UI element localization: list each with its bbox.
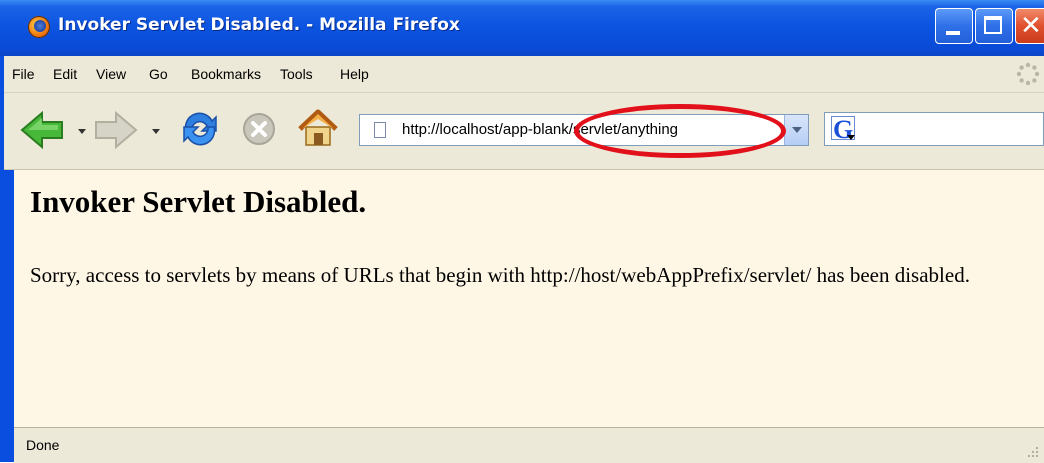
menu-view[interactable]: View <box>96 66 126 82</box>
back-history-dropdown[interactable] <box>78 129 86 134</box>
minimize-button[interactable] <box>935 8 973 44</box>
menu-bookmarks[interactable]: Bookmarks <box>191 66 261 82</box>
menu-tools[interactable]: Tools <box>280 66 313 82</box>
menu-bar: File Edit View Go Bookmarks Tools Help <box>4 56 1044 93</box>
page-body: Sorry, access to servlets by means of UR… <box>30 263 970 287</box>
resize-grip-icon[interactable] <box>1026 445 1040 459</box>
address-bar[interactable]: http://localhost/app-blank/servlet/anyth… <box>359 114 809 146</box>
maximize-button[interactable] <box>975 8 1013 44</box>
page-icon <box>374 122 386 138</box>
window-title: Invoker Servlet Disabled. - Mozilla Fire… <box>58 15 460 35</box>
close-icon: ✕ <box>1020 11 1042 41</box>
page-content: Invoker Servlet Disabled. Sorry, access … <box>14 170 1044 427</box>
search-engine-glyph: G <box>833 115 854 144</box>
back-button[interactable] <box>20 111 66 149</box>
page-heading: Invoker Servlet Disabled. <box>30 184 367 219</box>
menu-go[interactable]: Go <box>149 66 168 82</box>
menu-help[interactable]: Help <box>340 66 369 82</box>
search-box[interactable]: G <box>824 112 1044 146</box>
reload-button[interactable] <box>178 107 222 151</box>
title-bar[interactable]: Invoker Servlet Disabled. - Mozilla Fire… <box>0 0 1044 56</box>
status-bar: Done <box>14 427 1044 463</box>
home-button[interactable] <box>296 107 340 149</box>
status-text: Done <box>26 437 60 453</box>
url-history-dropdown[interactable] <box>784 115 808 145</box>
firefox-icon <box>28 16 50 38</box>
browser-window: Invoker Servlet Disabled. - Mozilla Fire… <box>0 0 1044 463</box>
search-engine-dropdown-icon <box>847 135 855 140</box>
url-input[interactable]: http://localhost/app-blank/servlet/anyth… <box>402 121 678 138</box>
menu-edit[interactable]: Edit <box>53 66 77 82</box>
close-button[interactable]: ✕ <box>1015 8 1044 44</box>
menu-file[interactable]: File <box>12 66 35 82</box>
throbber-icon <box>1016 62 1040 86</box>
stop-button[interactable] <box>242 112 276 146</box>
minimize-icon <box>946 31 960 35</box>
forward-button[interactable] <box>92 111 138 149</box>
maximize-icon <box>984 16 1002 34</box>
navigation-toolbar: http://localhost/app-blank/servlet/anyth… <box>4 93 1044 170</box>
forward-history-dropdown[interactable] <box>152 129 160 134</box>
